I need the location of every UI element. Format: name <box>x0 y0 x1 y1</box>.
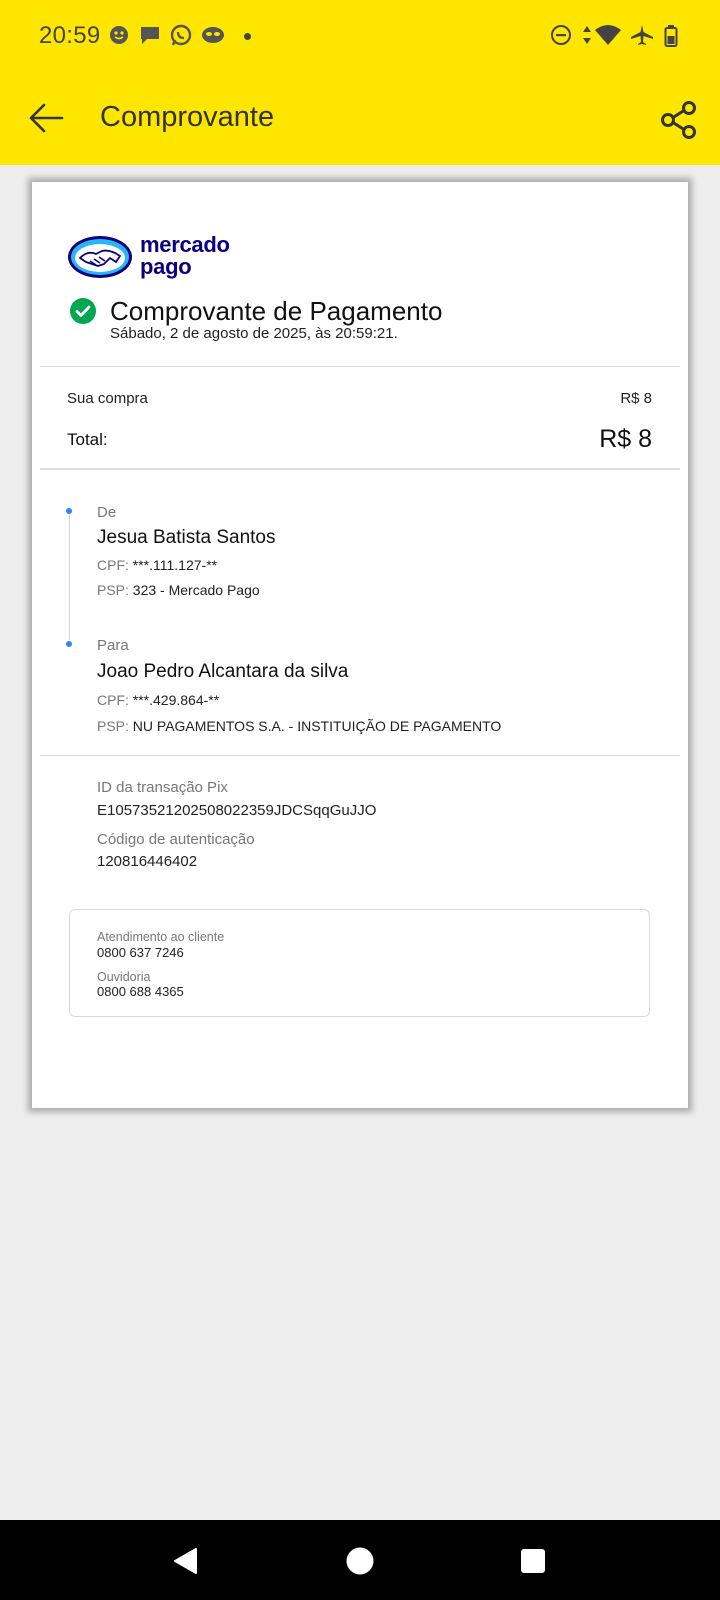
page-title: Comprovante <box>100 101 275 133</box>
ombudsman-label: Ouvidoria <box>97 970 151 984</box>
total-value: R$ 8 <box>599 425 652 453</box>
from-psp-value: 323 - Mercado Pago <box>132 582 260 598</box>
logo-text-line2: pago <box>140 254 192 279</box>
total-label: Total: <box>67 430 108 449</box>
share-icon[interactable] <box>660 100 698 140</box>
more-notifications-dot <box>244 33 251 40</box>
status-bar: 20:59 <box>0 0 720 72</box>
to-psp-value: NU PAGAMENTOS S.A. - INSTITUIÇÃO DE PAGA… <box>132 718 502 734</box>
airplane-icon <box>631 25 653 45</box>
auth-code-value: 120816446402 <box>97 853 198 870</box>
whatsapp-icon <box>170 24 192 46</box>
from-cpf: CPF: ***.111.127-** <box>97 557 217 573</box>
transaction-id-value: E10573521202508022359JDCSqqGuJJO <box>97 802 377 819</box>
logo-text: mercado pago <box>140 234 230 278</box>
purchase-value: R$ 8 <box>620 390 652 407</box>
to-cpf-value: ***.429.864-** <box>132 692 220 708</box>
timeline-dot-from <box>66 508 72 514</box>
to-name: Joao Pedro Alcantara da silva <box>97 661 349 682</box>
to-cpf-key: CPF: <box>97 692 129 708</box>
auth-code-label: Código de autenticação <box>97 831 255 848</box>
mask-icon <box>202 27 224 43</box>
divider <box>40 755 680 756</box>
divider <box>40 366 680 367</box>
from-psp: PSP: 323 - Mercado Pago <box>97 582 260 598</box>
divider <box>40 468 680 470</box>
to-psp-key: PSP: <box>97 718 129 734</box>
wifi-icon <box>595 25 621 45</box>
data-arrows-icon <box>583 26 591 44</box>
nav-recents-icon[interactable] <box>520 1548 546 1574</box>
do-not-disturb-icon <box>551 25 571 45</box>
from-cpf-key: CPF: <box>97 557 129 573</box>
nav-back-icon[interactable] <box>172 1547 198 1575</box>
from-cpf-value: ***.111.127-** <box>132 557 218 573</box>
receipt-title: Comprovante de Pagamento <box>110 296 443 326</box>
status-time: 20:59 <box>39 22 101 49</box>
purchase-label: Sua compra <box>67 390 148 407</box>
top-bar: 20:59 Comprovante <box>0 0 720 165</box>
timeline-dot-to <box>66 641 72 647</box>
nav-home-icon[interactable] <box>346 1547 374 1575</box>
customer-service-phone: 0800 637 7246 <box>97 945 184 960</box>
battery-icon <box>664 25 678 47</box>
chat-icon <box>141 27 159 44</box>
customer-service-label: Atendimento ao cliente <box>97 930 225 944</box>
back-arrow-icon[interactable] <box>26 98 66 138</box>
from-psp-key: PSP: <box>97 582 129 598</box>
to-cpf: CPF: ***.429.864-** <box>97 692 219 708</box>
to-psp: PSP: NU PAGAMENTOS S.A. - INSTITUIÇÃO DE… <box>97 718 501 734</box>
ombudsman-phone: 0800 688 4365 <box>97 984 184 999</box>
receipt-datetime: Sábado, 2 de agosto de 2025, às 20:59:21… <box>110 325 398 342</box>
receipt-card: mercado pago Comprovante de Pagamento Sá… <box>32 182 688 1108</box>
logo-text-line1: mercado <box>140 232 230 257</box>
from-label: De <box>97 504 117 521</box>
transaction-id-label: ID da transação Pix <box>97 779 228 796</box>
messenger-icon <box>110 26 128 44</box>
from-name: Jesua Batista Santos <box>97 527 276 548</box>
to-label: Para <box>97 637 129 654</box>
timeline-line <box>69 510 70 640</box>
success-check-icon <box>70 298 96 324</box>
system-navigation-bar <box>0 1520 720 1600</box>
support-info-box: Atendimento ao cliente 0800 637 7246 Ouv… <box>69 909 650 1017</box>
